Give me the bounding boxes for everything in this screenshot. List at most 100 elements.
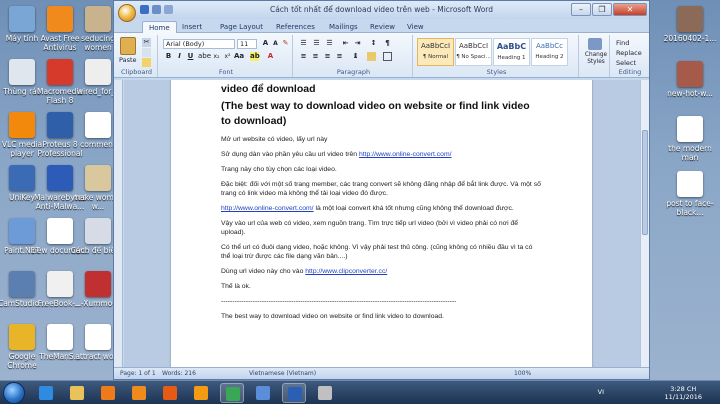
align-right-icon[interactable]: ≡ (323, 52, 332, 61)
start-button[interactable] (3, 382, 25, 404)
font-color-icon[interactable]: A (266, 52, 275, 61)
word-window: Cách tốt nhất để download video trên web… (113, 0, 650, 380)
grow-font-icon[interactable]: A (261, 39, 270, 48)
hyperlink[interactable]: http://www.clipconverter.cc/ (305, 268, 387, 275)
tab-review[interactable]: Review (364, 21, 401, 33)
justify-icon[interactable]: ≡ (335, 52, 344, 61)
desktop-app-icon (85, 6, 111, 32)
strikethrough-icon[interactable]: abe (198, 52, 211, 61)
superscript-icon[interactable]: x² (223, 52, 232, 61)
taskbar-app-xbox[interactable] (313, 383, 337, 403)
media-player-icon (101, 386, 115, 400)
desktop-app-icon (85, 218, 111, 244)
format-painter-icon[interactable] (142, 58, 151, 67)
shading-icon[interactable] (367, 52, 376, 61)
minimize-button[interactable]: – (571, 3, 591, 16)
tab-insert[interactable]: Insert (176, 21, 208, 33)
paragraph-label: Paragraph (336, 68, 371, 76)
taskbar-app-firefox[interactable] (158, 383, 182, 403)
word-count[interactable]: Words: 216 (162, 370, 196, 377)
tab-mailings[interactable]: Mailings (323, 21, 364, 33)
window-title: Cách tốt nhất để download video trên web… (269, 5, 494, 14)
styles-group: AaBbCcI ¶ Normal AaBbCcI ¶ No Spaci... A… (415, 35, 579, 77)
taskbar-app-vlc[interactable] (127, 383, 151, 403)
desktop-icon[interactable]: 20160402-1... (662, 6, 718, 43)
vertical-scrollbar[interactable] (640, 80, 649, 367)
tab-view[interactable]: View (401, 21, 430, 33)
hyperlink[interactable]: http://www.online-convert.com/ (359, 151, 452, 158)
select-button[interactable]: Select (616, 59, 636, 67)
underline-icon[interactable]: U (186, 52, 195, 61)
align-center-icon[interactable]: ≡ (311, 52, 320, 61)
document-body: Mở url website có video, lấy url này Sử d… (221, 135, 592, 321)
numbering-icon[interactable]: ☰ (312, 39, 321, 48)
document-paragraph: ----------------------------------------… (221, 297, 541, 306)
cut-icon[interactable]: ✂ (142, 38, 151, 47)
desktop-icon-label: 20160402-1... (663, 34, 717, 43)
align-left-icon[interactable]: ≡ (299, 52, 308, 61)
editing-group: Find Replace Select Editing (612, 35, 648, 77)
hyperlink[interactable]: http://www.online-convert.com/ (221, 205, 314, 212)
restore-button[interactable]: ❐ (592, 3, 612, 16)
desktop-icon[interactable]: the modern man (662, 116, 718, 162)
scroll-thumb[interactable] (642, 130, 648, 235)
status-bar: Page: 1 of 1 Words: 216 Vietnamese (Viet… (114, 367, 649, 379)
style-normal[interactable]: AaBbCcI ¶ Normal (417, 38, 454, 66)
office-button[interactable] (118, 4, 136, 22)
taskbar-app-chrome[interactable] (220, 383, 244, 403)
taskbar-app-explorer[interactable] (65, 383, 89, 403)
language-bar[interactable]: VI (598, 388, 604, 396)
replace-button[interactable]: Replace (616, 49, 642, 57)
style-sample: AaBbCc (535, 42, 564, 50)
heading-partial: video để download (221, 83, 316, 95)
firefox-icon (163, 386, 177, 400)
document-page[interactable]: video để download (The best way to downl… (171, 80, 592, 367)
document-paragraph: http://www.online-convert.com/ là một lo… (221, 204, 541, 213)
highlight-icon[interactable]: ab (250, 52, 260, 61)
multilevel-list-icon[interactable]: ☰ (325, 39, 334, 48)
font-size-select[interactable]: 11 (237, 39, 257, 49)
bold-icon[interactable]: B (164, 52, 173, 61)
document-paragraph: Có thể url có đuôi dạng video, hoặc khôn… (221, 243, 541, 261)
style-no-spacing[interactable]: AaBbCcI ¶ No Spaci... (455, 38, 492, 66)
find-button[interactable]: Find (616, 39, 629, 47)
sort-icon[interactable]: ↕ (369, 39, 378, 48)
line-spacing-icon[interactable]: ↨ (351, 52, 360, 61)
change-styles-button[interactable]: Change Styles (580, 35, 610, 77)
font-name-select[interactable]: Arial (Body) (163, 39, 235, 49)
style-heading-1[interactable]: AaBbC Heading 1 (493, 38, 530, 66)
clock[interactable]: 3:28 CH 11/11/2016 (665, 385, 702, 401)
borders-icon[interactable] (383, 52, 392, 61)
taskbar-app-ie[interactable] (34, 383, 58, 403)
bullets-icon[interactable]: ☰ (299, 39, 308, 48)
decrease-indent-icon[interactable]: ⇤ (341, 39, 350, 48)
page-count[interactable]: Page: 1 of 1 (120, 370, 156, 377)
tab-references[interactable]: References (270, 21, 321, 33)
taskbar-app-media-player[interactable] (96, 383, 120, 403)
close-button[interactable]: ✕ (613, 3, 647, 16)
title-bar: Cách tốt nhất để download video trên web… (114, 1, 649, 22)
show-marks-icon[interactable]: ¶ (383, 39, 392, 48)
taskbar-app-paint[interactable] (251, 383, 275, 403)
shrink-font-icon[interactable]: A (271, 39, 280, 48)
tab-page-layout[interactable]: Page Layout (214, 21, 269, 33)
document-paragraph: The best way to download video on websit… (221, 312, 541, 321)
taskbar-app-avast[interactable] (189, 383, 213, 403)
zoom-level[interactable]: 100% (514, 370, 531, 377)
language-indicator[interactable]: Vietnamese (Vietnam) (249, 370, 316, 377)
subscript-icon[interactable]: x₂ (212, 52, 221, 61)
italic-icon[interactable]: I (175, 52, 184, 61)
change-case-icon[interactable]: Aa (234, 52, 244, 61)
style-heading-2[interactable]: AaBbCc Heading 2 (531, 38, 568, 66)
desktop-icon[interactable]: post to face-black... (662, 171, 718, 217)
ie-icon (39, 386, 53, 400)
paste-icon[interactable] (120, 37, 136, 55)
copy-icon[interactable] (142, 48, 151, 57)
explorer-icon (70, 386, 84, 400)
tab-home[interactable]: Home (142, 21, 177, 33)
desktop-icon[interactable]: new-hot-w... (662, 61, 718, 98)
taskbar-app-word[interactable] (282, 383, 306, 403)
clear-format-icon[interactable]: ✎ (281, 39, 290, 48)
style-sample: AaBbC (496, 42, 527, 51)
increase-indent-icon[interactable]: ⇥ (353, 39, 362, 48)
